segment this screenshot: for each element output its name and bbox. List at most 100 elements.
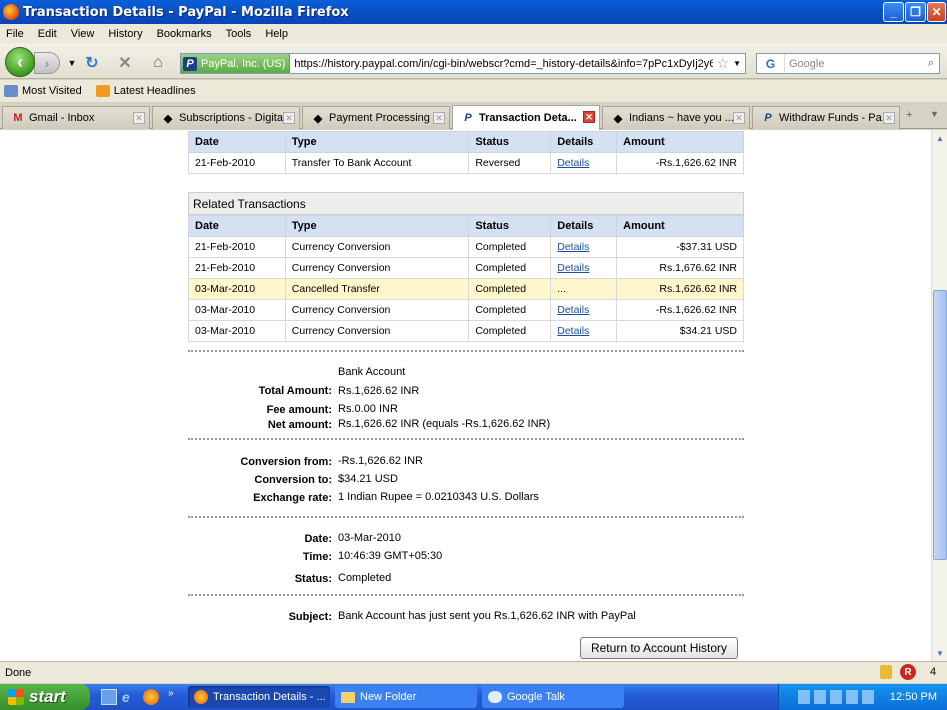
cell-details: Details <box>550 152 618 174</box>
tab-close-icon[interactable]: ✕ <box>433 112 445 124</box>
subject-value: Bank Account has just sent you Rs.1,626.… <box>338 610 636 622</box>
search-bar[interactable]: G Google ⌕ <box>756 53 940 74</box>
url-dropdown-icon[interactable]: ▼ <box>733 59 745 68</box>
time-value: 10:46:39 GMT+05:30 <box>338 550 443 562</box>
page-content: Date Type Status Details Amount 21-Feb-2… <box>0 130 931 661</box>
cell-date: 03-Mar-2010 <box>188 278 286 300</box>
details-link[interactable]: Details <box>557 304 589 316</box>
rss-icon <box>95 85 110 97</box>
total-amount-value: Rs.1,626.62 INR <box>338 385 420 397</box>
history-dropdown-icon[interactable]: ▼ <box>62 53 82 73</box>
menu-bookmarks[interactable]: Bookmarks <box>157 28 212 40</box>
tray-icons[interactable] <box>797 690 878 704</box>
scroll-thumb[interactable] <box>933 290 947 560</box>
subject-label: Subject: <box>288 611 332 623</box>
taskbar-item-google-talk[interactable]: Google Talk <box>482 686 624 708</box>
bookmark-most-visited[interactable]: Most Visited <box>4 85 82 97</box>
start-button[interactable]: start <box>0 684 90 710</box>
bookmark-latest-headlines[interactable]: Latest Headlines <box>95 85 196 97</box>
tab-strip: M Gmail - Inbox ✕ ◆ Subscriptions - Digi… <box>0 103 947 130</box>
taskbar-item-firefox[interactable]: Transaction Details - ... <box>188 686 330 708</box>
tab-indians[interactable]: ◆ Indians ~ have you ... ✕ <box>602 106 750 129</box>
tab-gmail[interactable]: M Gmail - Inbox ✕ <box>2 106 150 129</box>
lock-icon[interactable] <box>880 665 892 679</box>
cell-details: Details <box>550 236 618 258</box>
transaction-table: Date Type Status Details Amount 21-Feb-2… <box>188 131 744 174</box>
show-desktop-icon[interactable] <box>101 689 117 705</box>
tab-label: Withdraw Funds - Pa... <box>779 112 891 124</box>
cell-date: 21-Feb-2010 <box>188 257 286 279</box>
tab-payment-processing[interactable]: ◆ Payment Processing ... ✕ <box>302 106 450 129</box>
tab-close-icon[interactable]: ✕ <box>133 112 145 124</box>
cell-date: 03-Mar-2010 <box>188 320 286 342</box>
quicklaunch-more-icon[interactable]: » <box>168 688 174 699</box>
column-header: Status <box>468 215 552 237</box>
bank-account-name: Bank Account <box>338 366 406 378</box>
scroll-up-icon[interactable]: ▲ <box>933 131 947 145</box>
folder-icon <box>341 691 355 703</box>
related-transactions-title: Related Transactions <box>188 192 744 215</box>
bookmark-star-icon[interactable]: ☆ <box>713 55 734 72</box>
stop-icon[interactable]: ✕ <box>115 53 135 73</box>
return-to-account-history-button[interactable]: Return to Account History <box>580 637 738 659</box>
menu-view[interactable]: View <box>71 28 95 40</box>
menu-help[interactable]: Help <box>265 28 288 40</box>
menu-file[interactable]: File <box>6 28 24 40</box>
details-link[interactable]: Details <box>557 325 589 337</box>
total-amount-label: Total Amount: <box>258 385 332 397</box>
vertical-scrollbar[interactable]: ▲ ▼ <box>931 130 947 661</box>
divider <box>188 516 744 518</box>
menu-history[interactable]: History <box>108 28 142 40</box>
net-amount-label: Net amount: <box>267 419 332 431</box>
tab-close-icon[interactable]: ✕ <box>283 112 295 124</box>
back-button[interactable]: ‹ <box>5 47 35 77</box>
url-bar[interactable]: P PayPal, Inc. (US) https://history.payp… <box>180 53 746 74</box>
paypal-icon: P <box>464 112 472 124</box>
internet-explorer-icon[interactable]: e <box>122 689 138 705</box>
tab-close-icon[interactable]: ✕ <box>883 112 895 124</box>
site-identity-label: PayPal, Inc. (US) <box>201 57 286 70</box>
taskbar-item-new-folder[interactable]: New Folder <box>335 686 477 708</box>
cell-type: Currency Conversion <box>284 320 470 342</box>
column-header: Details <box>550 131 618 153</box>
cell-amount: -Rs.1,626.62 INR <box>616 152 744 174</box>
cell-status: Reversed <box>468 152 552 174</box>
scroll-down-icon[interactable]: ▼ <box>933 646 947 660</box>
tab-close-icon[interactable]: ✕ <box>583 111 595 123</box>
cell-type: Currency Conversion <box>284 257 470 279</box>
tab-label: Subscriptions - Digita... <box>179 112 293 124</box>
search-magnifier-icon[interactable]: ⌕ <box>928 57 939 70</box>
table-row-highlighted: 03-Mar-2010 Cancelled Transfer Completed… <box>188 278 744 300</box>
menu-tools[interactable]: Tools <box>226 28 252 40</box>
details-link[interactable]: Details <box>557 241 589 253</box>
minimize-button[interactable]: _ <box>883 2 904 22</box>
maximize-button[interactable]: ❐ <box>905 2 926 22</box>
tab-label: Indians ~ have you ... <box>629 112 734 124</box>
url-text[interactable]: https://history.paypal.com/in/cgi-bin/we… <box>290 58 712 70</box>
close-button[interactable]: ✕ <box>927 2 946 22</box>
most-visited-icon <box>4 85 18 97</box>
firefox-icon <box>194 690 208 704</box>
firefox-quicklaunch-icon[interactable] <box>143 689 159 705</box>
tab-subscriptions[interactable]: ◆ Subscriptions - Digita... ✕ <box>152 106 300 129</box>
menu-edit[interactable]: Edit <box>38 28 57 40</box>
site-identity-button[interactable]: P PayPal, Inc. (US) <box>181 54 291 73</box>
tab-list-icon[interactable]: ▼ <box>930 109 939 119</box>
reload-icon[interactable]: ↻ <box>82 53 102 73</box>
fee-amount-value: Rs.0.00 INR <box>338 403 398 415</box>
details-link[interactable]: Details <box>557 157 589 169</box>
tab-transaction-details[interactable]: P Transaction Deta... ✕ <box>452 105 600 130</box>
window-title: Transaction Details - PayPal - Mozilla F… <box>23 4 349 20</box>
search-engine-icon[interactable]: G <box>757 54 785 73</box>
search-input[interactable]: Google <box>785 58 928 70</box>
conversion-from-label: Conversion from: <box>240 456 332 468</box>
cell-date: 21-Feb-2010 <box>188 236 286 258</box>
details-link[interactable]: Details <box>557 262 589 274</box>
forward-button[interactable]: › <box>34 52 60 74</box>
tab-withdraw-funds[interactable]: P Withdraw Funds - Pa... ✕ <box>752 106 900 129</box>
addon-icon[interactable]: R <box>900 664 916 680</box>
new-tab-icon[interactable]: + <box>906 109 912 121</box>
cell-status: Completed <box>468 257 552 279</box>
home-icon[interactable]: ⌂ <box>148 53 168 73</box>
tab-close-icon[interactable]: ✕ <box>733 112 745 124</box>
